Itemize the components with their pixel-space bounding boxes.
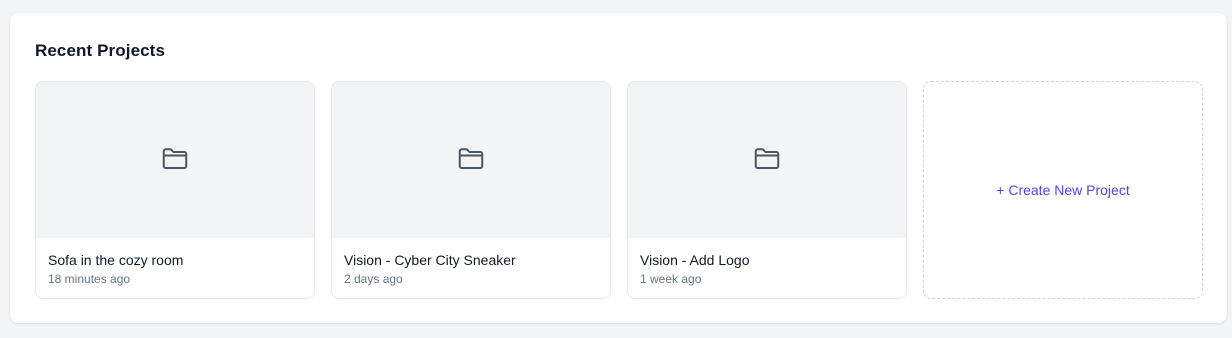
project-time: 18 minutes ago: [48, 272, 131, 286]
project-thumbnail: [36, 82, 314, 238]
project-meta: Vision - Add Logo 1 week ago: [628, 238, 906, 287]
project-time: 2 days ago: [344, 272, 403, 286]
project-card[interactable]: Sofa in the cozy room 18 minutes ago: [35, 81, 315, 299]
folder-icon: [160, 143, 190, 178]
project-meta: Vision - Cyber City Sneaker 2 days ago: [332, 238, 610, 287]
project-time: 1 week ago: [640, 272, 702, 286]
folder-icon: [456, 143, 486, 178]
project-card[interactable]: Vision - Cyber City Sneaker 2 days ago: [331, 81, 611, 299]
project-thumbnail: [332, 82, 610, 238]
project-name: Vision - Cyber City Sneaker: [344, 252, 516, 268]
recent-projects-panel: Recent Projects Sofa in the cozy room 18…: [10, 13, 1227, 323]
project-list: Sofa in the cozy room 18 minutes ago Vis…: [35, 81, 1203, 299]
project-thumbnail: [628, 82, 906, 238]
project-name: Vision - Add Logo: [640, 252, 750, 268]
folder-icon: [752, 143, 782, 178]
project-name: Sofa in the cozy room: [48, 252, 184, 268]
project-meta: Sofa in the cozy room 18 minutes ago: [36, 238, 314, 287]
create-new-project-button[interactable]: + Create New Project: [923, 81, 1203, 299]
create-new-project-label: + Create New Project: [996, 182, 1130, 198]
project-card[interactable]: Vision - Add Logo 1 week ago: [627, 81, 907, 299]
section-title: Recent Projects: [35, 41, 165, 60]
